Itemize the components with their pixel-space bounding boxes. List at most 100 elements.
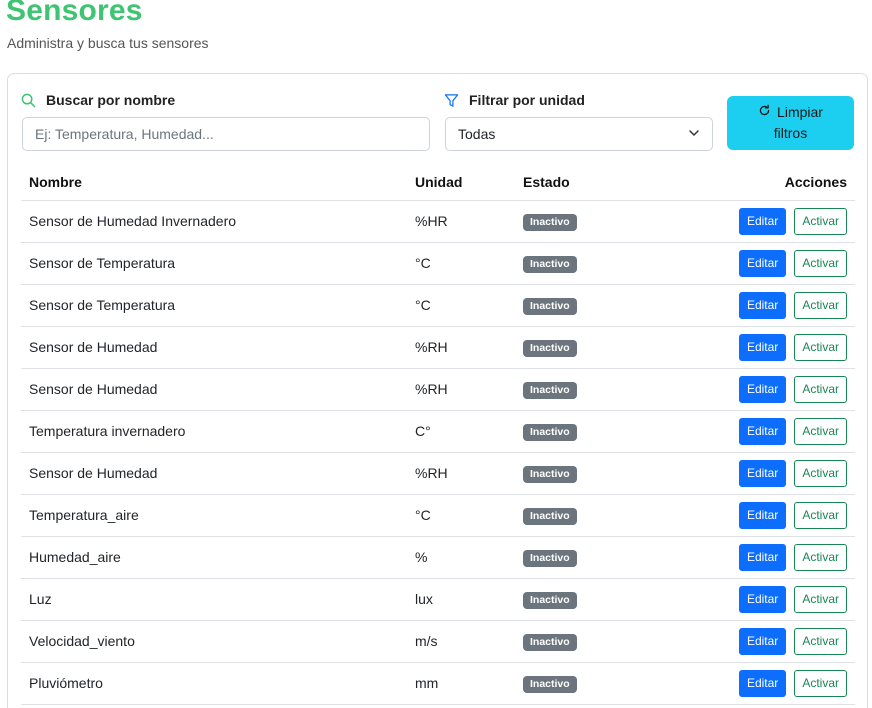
sensor-unit: %RH [407,326,515,369]
edit-button[interactable]: Editar [738,543,787,571]
activate-button[interactable]: Activar [794,459,847,487]
status-badge: Inactivo [523,381,577,399]
actions-cell: Editar Activar [695,410,855,453]
column-header-unit[interactable]: Unidad [407,164,515,201]
search-input[interactable] [22,117,430,151]
status-badge: Inactivo [523,465,577,483]
status-cell: Inactivo [515,662,695,705]
table-row: Velocidad_viento m/s Inactivo Editar Activar [21,620,855,663]
sensor-name: Sensor de Humedad [21,326,407,369]
sensor-unit: lux [407,578,515,621]
edit-button[interactable]: Editar [738,417,787,445]
search-label-text: Buscar por nombre [46,92,176,108]
column-header-name[interactable]: Nombre [21,164,407,201]
column-header-status[interactable]: Estado [515,164,695,201]
status-cell: Inactivo [515,452,695,495]
sensor-unit: %RH [407,452,515,495]
activate-button[interactable]: Activar [794,627,847,655]
page-subtitle: Administra y busca tus sensores [7,35,209,51]
table-row: Sensor de Temperatura °C Inactivo Editar Act… [21,242,855,285]
status-cell: Inactivo [515,242,695,285]
unit-select-value: Todas [458,126,496,142]
status-badge: Inactivo [523,675,577,693]
unit-filter-label: Filtrar por unidad [444,92,585,108]
sensor-unit: mm [407,662,515,705]
edit-button[interactable]: Editar [738,291,787,319]
actions-cell: Editar Activar [695,494,855,537]
table-row: Temperatura invernadero C° Inactivo Editar A… [21,410,855,453]
status-cell: Inactivo [515,494,695,537]
sensors-table: Nombre Unidad Estado Acciones Sensor de … [21,164,855,705]
activate-button[interactable]: Activar [794,249,847,277]
activate-button[interactable]: Activar [794,669,847,697]
edit-button[interactable]: Editar [738,459,787,487]
sensor-name: Luz [21,578,407,621]
clear-filters-button[interactable]: Limpiar filtros [727,96,854,150]
table-row: Luz lux Inactivo Editar Activar [21,578,855,621]
table-row: Sensor de Humedad Invernadero %HR Inactivo… [21,200,855,243]
activate-button[interactable]: Activar [794,291,847,319]
activate-button[interactable]: Activar [794,375,847,403]
status-cell: Inactivo [515,620,695,663]
sensor-name: Sensor de Temperatura [21,242,407,285]
activate-button[interactable]: Activar [794,207,847,235]
status-cell: Inactivo [515,536,695,579]
sensor-name: Pluviómetro [21,662,407,705]
actions-cell: Editar Activar [695,452,855,495]
sensor-unit: %RH [407,368,515,411]
edit-button[interactable]: Editar [738,375,787,403]
sensor-name: Sensor de Humedad [21,452,407,495]
sensor-unit: °C [407,242,515,285]
filter-icon [444,93,459,108]
status-cell: Inactivo [515,284,695,327]
table-row: Humedad_aire% Inactivo Editar Activar [21,536,855,579]
actions-cell: Editar Activar [695,578,855,621]
sensor-unit: °C [407,284,515,327]
activate-button[interactable]: Activar [794,333,847,361]
sensor-unit: C° [407,410,515,453]
activate-button[interactable]: Activar [794,585,847,613]
status-cell: Inactivo [515,326,695,369]
edit-button[interactable]: Editar [738,627,787,655]
table-row: Pluviómetro mm Inactivo Editar Activar [21,662,855,705]
sensor-unit: %HR [407,200,515,243]
status-cell: Inactivo [515,410,695,453]
search-label: Buscar por nombre [21,92,175,108]
sensor-name: Sensor de Temperatura [21,284,407,327]
status-badge: Inactivo [523,297,577,315]
table-row: Sensor de Humedad %RH Inactivo Editar Activa… [21,326,855,369]
status-badge: Inactivo [523,591,577,609]
edit-button[interactable]: Editar [738,501,787,529]
actions-cell: Editar Activar [695,326,855,369]
status-badge: Inactivo [523,633,577,651]
table-row: Sensor de Temperatura °C Inactivo Editar Act… [21,284,855,327]
sensor-name: Sensor de Humedad Invernadero [21,200,407,243]
unit-select[interactable]: Todas [445,117,713,151]
edit-button[interactable]: Editar [738,333,787,361]
status-badge: Inactivo [523,339,577,357]
table-header-row: Nombre Unidad Estado Acciones [21,164,855,201]
sensor-name: Sensor de Humedad [21,368,407,411]
sensor-name: Velocidad_viento [21,620,407,663]
clear-filters-label-1: Limpiar [777,104,823,120]
edit-button[interactable]: Editar [738,585,787,613]
refresh-icon [758,102,771,123]
sensor-name: Humedad_aire [21,536,407,579]
edit-button[interactable]: Editar [738,249,787,277]
sensor-name: Temperatura invernadero [21,410,407,453]
table-row: Sensor de Humedad %RH Inactivo Editar Activa… [21,452,855,495]
sensor-name: Temperatura_aire [21,494,407,537]
status-badge: Inactivo [523,549,577,567]
actions-cell: Editar Activar [695,200,855,243]
edit-button[interactable]: Editar [738,207,787,235]
actions-cell: Editar Activar [695,662,855,705]
page-title: Sensores [6,0,143,27]
status-badge: Inactivo [523,507,577,525]
activate-button[interactable]: Activar [794,501,847,529]
column-header-actions: Acciones [695,164,855,201]
activate-button[interactable]: Activar [794,543,847,571]
chevron-down-icon [688,126,700,142]
table-row: Temperatura_aire °C Inactivo Editar Activar [21,494,855,537]
edit-button[interactable]: Editar [738,669,787,697]
activate-button[interactable]: Activar [794,417,847,445]
